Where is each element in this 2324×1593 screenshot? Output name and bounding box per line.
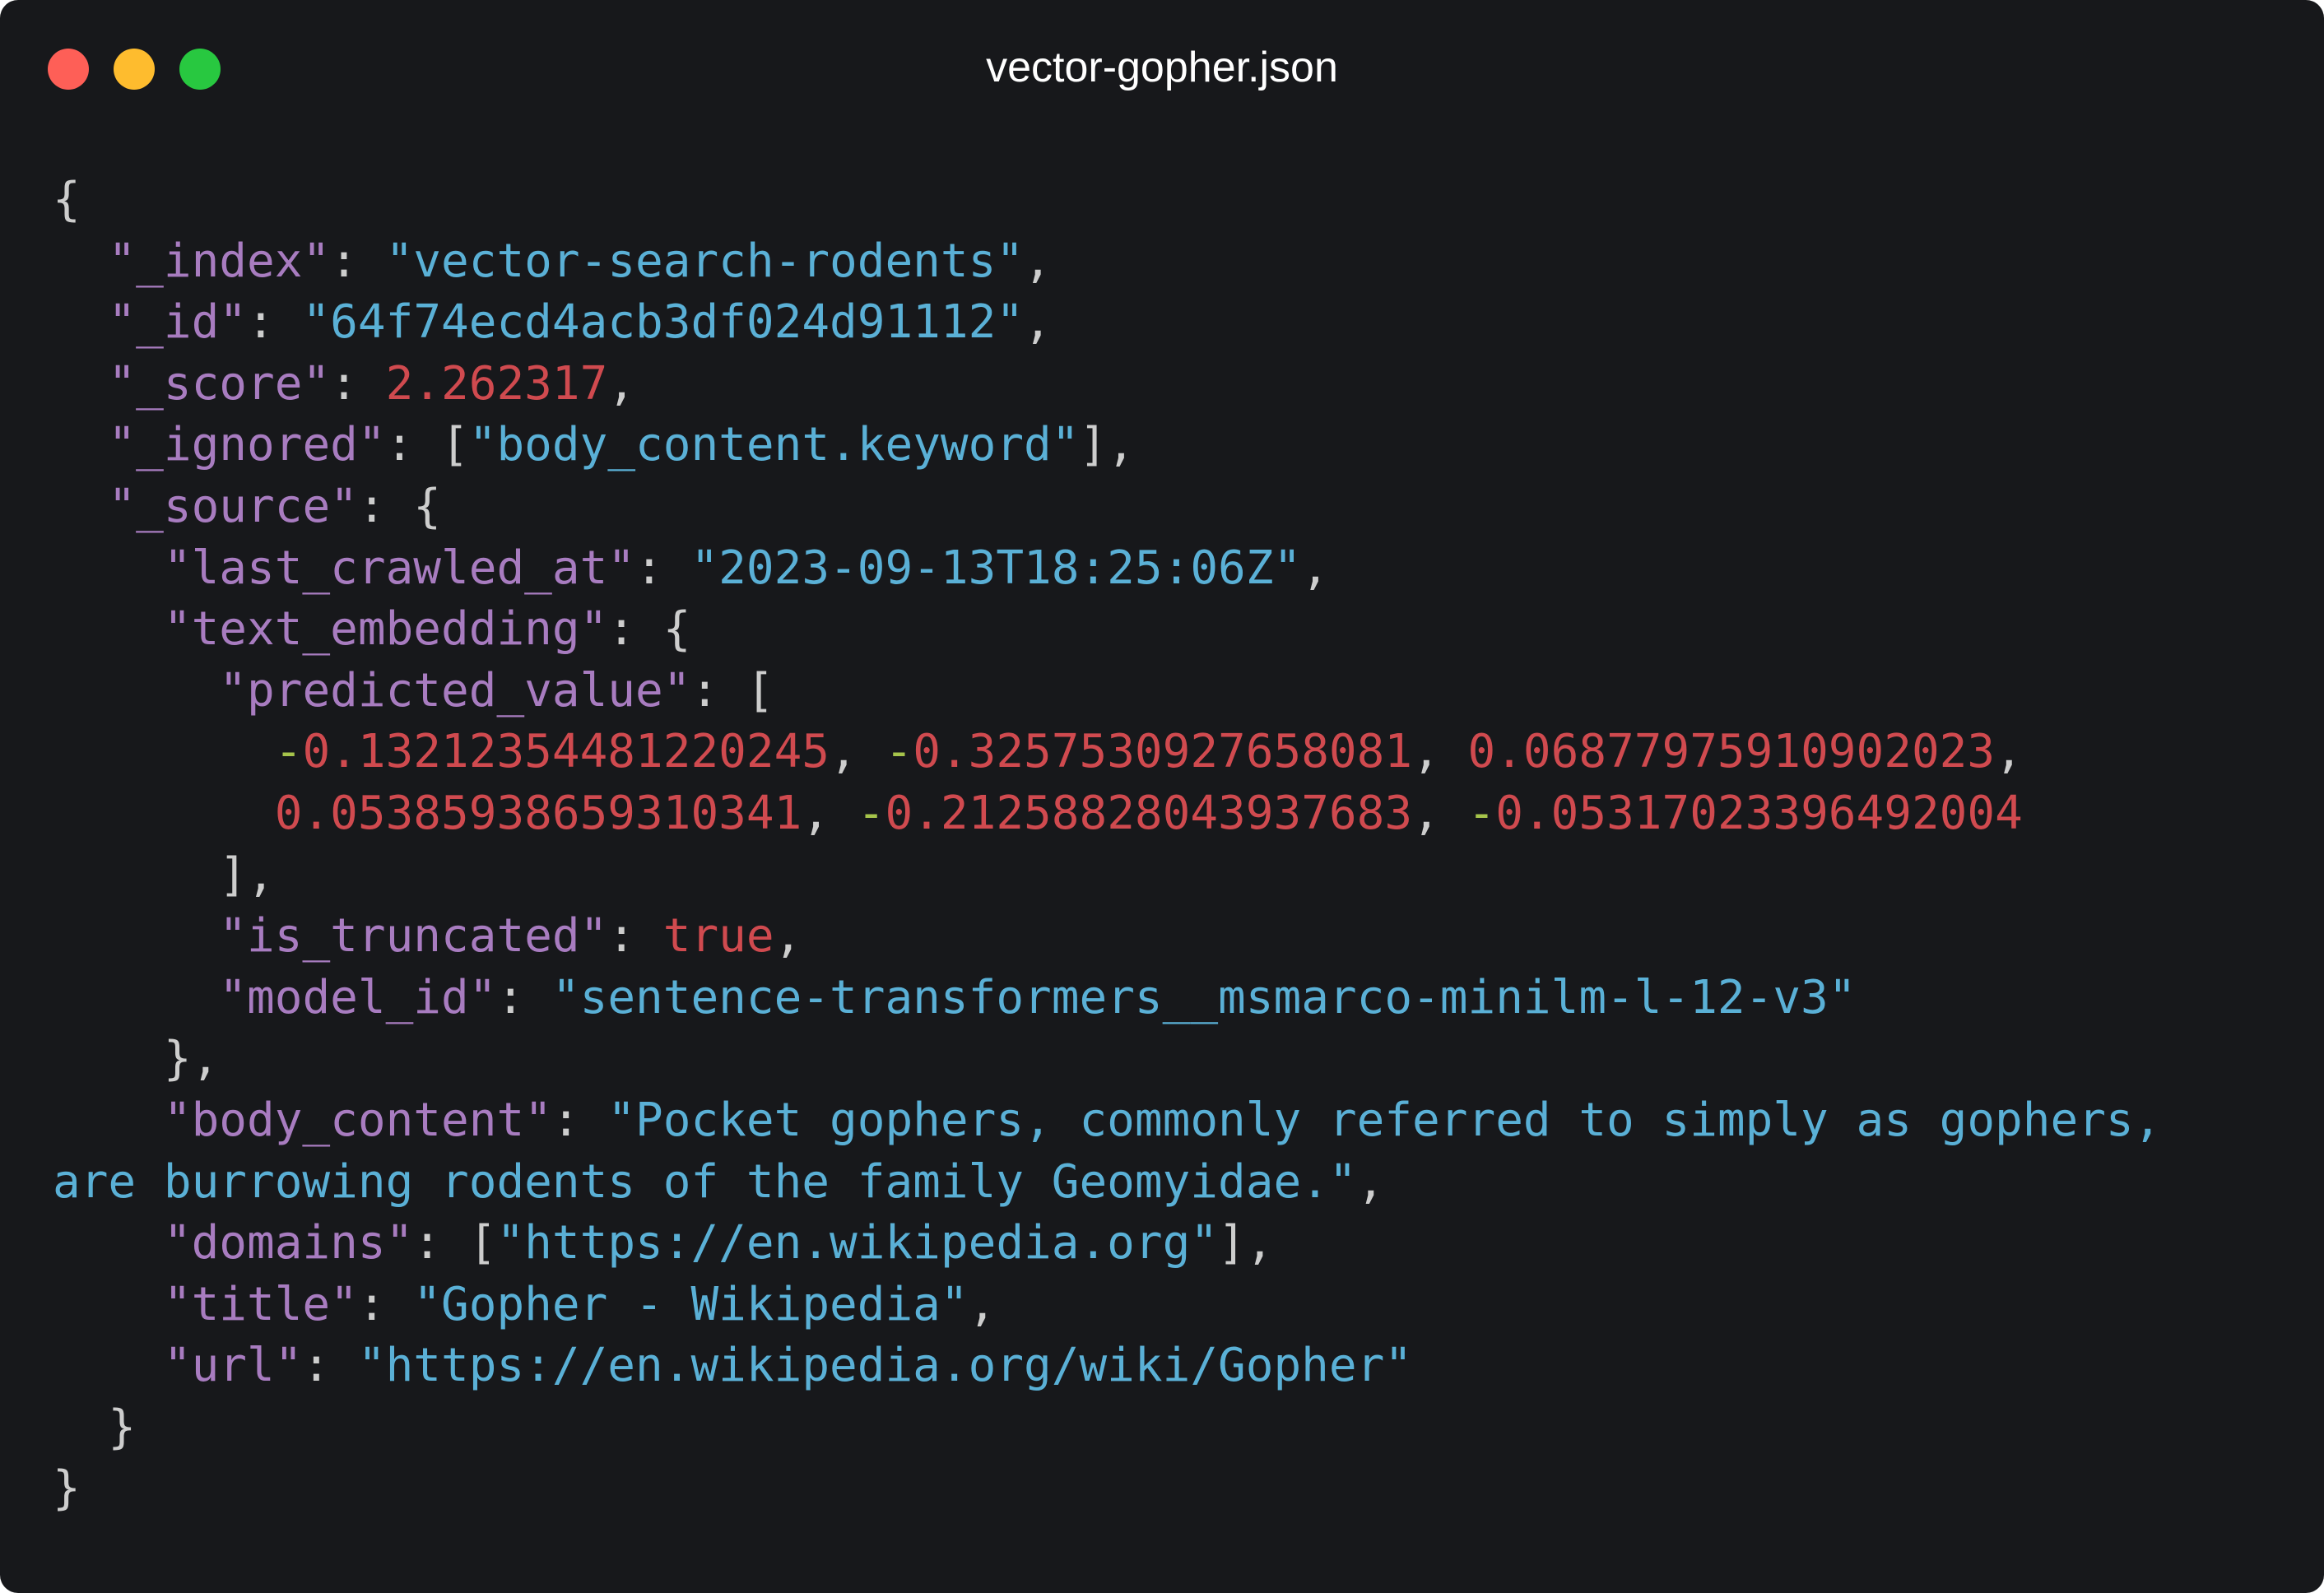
json-key: "is_truncated" bbox=[219, 909, 608, 964]
json-number-value: 0.05385938659310341 bbox=[274, 786, 802, 840]
json-key: "_ignored" bbox=[108, 418, 386, 472]
json-key: "body_content" bbox=[163, 1093, 552, 1147]
json-string-value: are burrowing rodents of the family Geom… bbox=[53, 1154, 1357, 1209]
json-key: "_score" bbox=[108, 356, 331, 411]
json-number-value: 2.262317 bbox=[385, 356, 608, 411]
json-key: "text_embedding" bbox=[163, 602, 608, 657]
json-key: "domains" bbox=[163, 1216, 414, 1270]
json-number-value: 0.13212354481220245 bbox=[302, 725, 830, 779]
json-code-block: { "_index": "vector-search-rodents", "_i… bbox=[53, 173, 2162, 1516]
json-key: "title" bbox=[163, 1277, 358, 1331]
json-number-value: 0.21258828043937683 bbox=[885, 786, 1413, 840]
json-key: "_id" bbox=[108, 295, 248, 350]
json-number-value: 0.3257530927658081 bbox=[913, 725, 1413, 779]
json-boolean-value: true bbox=[662, 909, 774, 964]
json-key: "_source" bbox=[108, 479, 358, 533]
json-string-value: "https://en.wikipedia.org/wiki/Gopher" bbox=[357, 1339, 1413, 1393]
code-window: vector-gopher.json { "_index": "vector-s… bbox=[0, 0, 2324, 1593]
json-string-value: "64f74ecd4acb3df024d91112" bbox=[302, 295, 1025, 350]
json-number-value: 0.05317023396492004 bbox=[1495, 786, 2023, 840]
json-string-value: "sentence-transformers__msmarco-minilm-l… bbox=[551, 970, 1857, 1024]
json-key: "model_id" bbox=[219, 970, 497, 1024]
json-string-value: "Pocket gophers, commonly referred to si… bbox=[607, 1093, 2162, 1147]
window-title: vector-gopher.json bbox=[986, 44, 1338, 91]
json-key: "predicted_value" bbox=[219, 663, 691, 718]
json-string-value: "body_content.keyword" bbox=[468, 418, 1080, 472]
json-key: "url" bbox=[163, 1339, 303, 1393]
json-string-value: "https://en.wikipedia.org" bbox=[496, 1216, 1219, 1270]
title-bar: vector-gopher.json bbox=[0, 0, 2324, 137]
json-string-value: "2023-09-13T18:25:06Z" bbox=[690, 541, 1302, 595]
json-number-value: 0.06877975910902023 bbox=[1467, 725, 1996, 779]
json-key: "last_crawled_at" bbox=[163, 541, 636, 595]
json-string-value: "vector-search-rodents" bbox=[385, 234, 1025, 288]
json-key: "_index" bbox=[108, 234, 331, 288]
json-string-value: "Gopher - Wikipedia" bbox=[413, 1277, 969, 1331]
